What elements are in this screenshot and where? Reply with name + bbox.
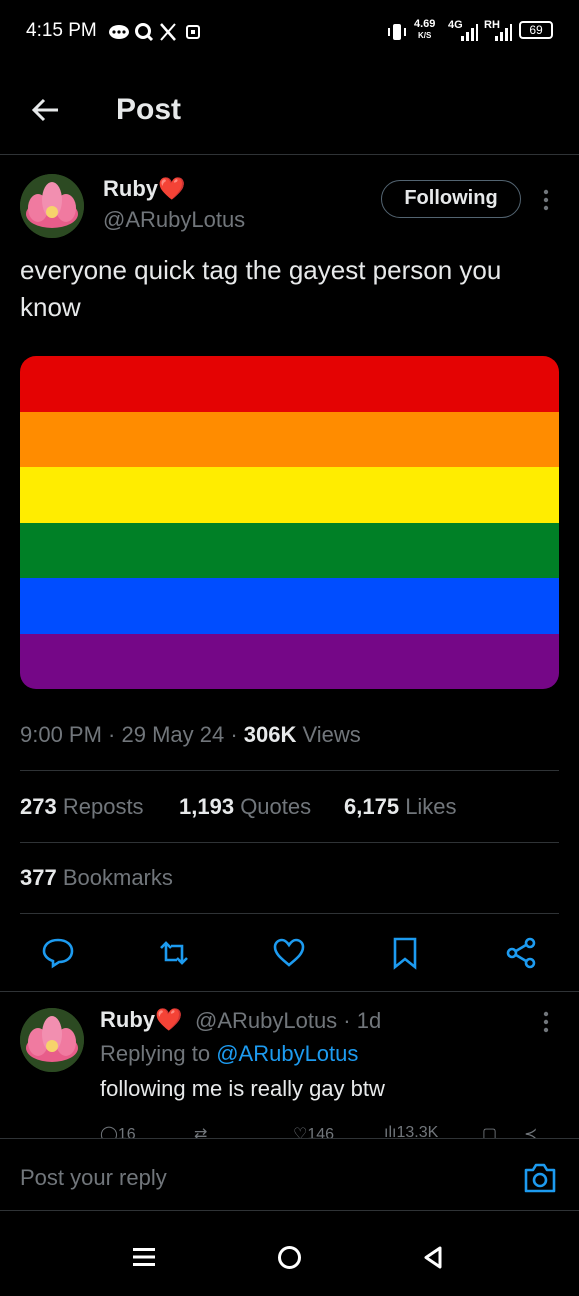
quotes-stat[interactable]: 1,193 Quotes (179, 794, 311, 820)
camera-icon[interactable] (522, 1160, 558, 1196)
replying-to: Replying to @ARubyLotus (100, 1041, 359, 1066)
more-options-icon[interactable] (536, 188, 556, 212)
reply-views-count[interactable]: ılı13.3K (384, 1124, 438, 1138)
post-text: everyone quick tag the gayest person you… (20, 255, 502, 322)
author-name[interactable]: Ruby❤️ (103, 176, 185, 202)
author-handle[interactable]: @ARubyLotus (103, 207, 245, 233)
clock: 4:15 PM (26, 20, 97, 41)
likes-stat[interactable]: 6,175 Likes (344, 794, 457, 820)
system-navigation-bar (0, 1212, 579, 1296)
reply-author-handle[interactable]: @ARubyLotus · 1d (195, 1008, 381, 1034)
status-bar: 4:15 PM 4.69 K/S 4G RH 69 (0, 0, 579, 64)
reply-author-name[interactable]: Ruby❤️ (100, 1007, 182, 1033)
more-options-icon[interactable] (536, 1010, 556, 1034)
repost-icon[interactable] (157, 936, 191, 970)
page-title: Post (116, 93, 182, 126)
like-icon[interactable] (272, 936, 306, 970)
reply-share-icon[interactable]: ≺ (524, 1124, 537, 1138)
divider (0, 154, 579, 155)
share-icon[interactable] (504, 936, 538, 970)
divider (20, 842, 559, 843)
avatar[interactable] (20, 174, 84, 238)
avatar[interactable] (20, 1008, 84, 1072)
divider (0, 1138, 579, 1139)
flag-stripe (20, 522, 559, 578)
reply-input[interactable]: Post your reply (20, 1165, 167, 1191)
reply-bookmark-icon[interactable]: ▢ (482, 1124, 497, 1138)
divider (20, 770, 559, 771)
post-meta: 9:00 PM · 29 May 24 · 306K Views (20, 722, 361, 747)
heart-emoji: ❤️ (155, 1007, 183, 1032)
divider (0, 991, 579, 992)
divider (20, 913, 559, 914)
signal-icon (495, 24, 512, 41)
signal-icon (461, 24, 478, 41)
reply-replies-count[interactable]: ◯16 (100, 1124, 136, 1138)
bookmarks-stat[interactable]: 377 Bookmarks (20, 865, 173, 891)
home-icon[interactable] (277, 1245, 302, 1270)
post-image-rainbow-flag[interactable] (20, 356, 559, 689)
flag-stripe (20, 467, 559, 523)
divider (0, 1210, 579, 1211)
back-triangle-icon[interactable] (422, 1245, 444, 1270)
chat-bubble-dots-icon (109, 25, 129, 39)
recent-apps-icon[interactable] (132, 1246, 156, 1268)
flag-stripe (20, 578, 559, 634)
app-icon (186, 25, 200, 39)
reply-text: following me is really gay btw (100, 1076, 385, 1101)
reply-likes-count[interactable]: ♡146 (293, 1124, 334, 1138)
battery-indicator: 69 (519, 21, 553, 39)
flag-stripe (20, 633, 559, 689)
reply-repost-icon[interactable]: ⇄ (194, 1124, 207, 1138)
vibrate-icon (388, 24, 406, 40)
x-logo-icon (160, 23, 176, 41)
heart-emoji: ❤️ (158, 176, 186, 201)
flag-stripe (20, 356, 559, 412)
flag-stripe (20, 411, 559, 467)
reply-icon[interactable] (41, 936, 75, 970)
replying-to-link[interactable]: @ARubyLotus (216, 1041, 358, 1066)
arrow-left-icon[interactable] (30, 94, 62, 126)
reposts-stat[interactable]: 273 Reposts (20, 794, 144, 820)
following-button[interactable]: Following (381, 180, 521, 218)
bookmark-icon[interactable] (388, 936, 422, 970)
search-q-icon (135, 23, 154, 42)
network-speed: 4.69 K/S (414, 18, 436, 41)
